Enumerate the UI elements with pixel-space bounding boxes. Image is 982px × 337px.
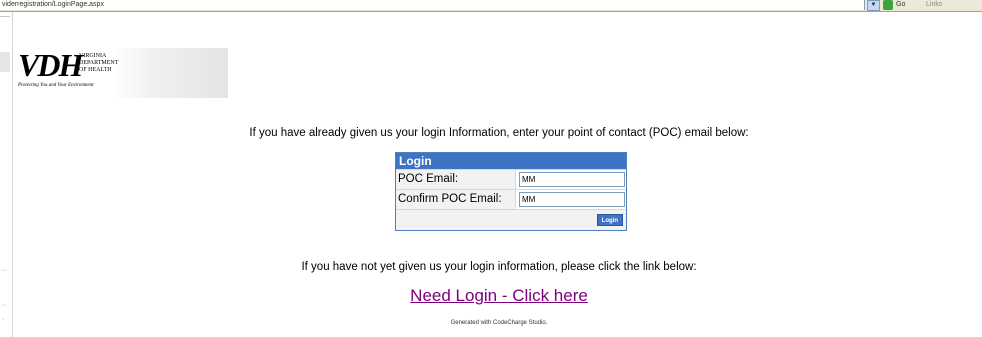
- poc-email-input[interactable]: [519, 172, 625, 187]
- login-form: Login POC Email: Confirm POC Email: Logi…: [395, 152, 627, 231]
- no-login-instructions: If you have not yet given us your login …: [301, 261, 697, 273]
- vdh-logo: VDH VIRGINIA DEPARTMENT OF HEALTH Protec…: [18, 48, 228, 98]
- poc-email-row: POC Email:: [396, 169, 626, 189]
- browser-address-bar: viderregistration/LoginPage.aspx ▼ Go Li…: [0, 0, 982, 12]
- go-arrow-icon[interactable]: [883, 0, 893, 10]
- confirm-email-row: Confirm POC Email:: [396, 189, 626, 209]
- generated-with-footer: Generated with CodeCharge Studio.: [450, 320, 548, 326]
- confirm-email-label: Confirm POC Email:: [396, 190, 516, 209]
- address-dropdown-icon[interactable]: ▼: [867, 0, 880, 11]
- login-form-title: Login: [396, 153, 626, 169]
- browser-sidebar: ·· ·· ·: [0, 12, 13, 337]
- need-login-link[interactable]: Need Login - Click here: [16, 286, 982, 306]
- address-input[interactable]: viderregistration/LoginPage.aspx: [0, 0, 865, 10]
- logo-wordmark: VDH: [18, 47, 83, 83]
- links-toolbar[interactable]: Links: [926, 0, 942, 10]
- sidebar-scroll-thumb[interactable]: [0, 52, 10, 72]
- go-button[interactable]: Go: [896, 0, 905, 10]
- intro-instructions: If you have already given us your login …: [249, 127, 749, 139]
- sidebar-divider: [0, 16, 10, 17]
- sidebar-grip-icon: ·: [2, 316, 5, 323]
- login-form-footer: Login: [396, 209, 626, 230]
- page-content: VDH VIRGINIA DEPARTMENT OF HEALTH Protec…: [16, 12, 982, 337]
- login-button[interactable]: Login: [596, 214, 623, 226]
- sidebar-grip-icon: ··: [2, 267, 7, 274]
- sidebar-grip-icon: ··: [2, 302, 7, 309]
- poc-email-label: POC Email:: [396, 170, 516, 189]
- logo-tagline: Protecting You and Your Environment: [18, 83, 94, 88]
- confirm-email-input[interactable]: [519, 192, 625, 207]
- logo-department-name: VIRGINIA DEPARTMENT OF HEALTH: [79, 53, 119, 73]
